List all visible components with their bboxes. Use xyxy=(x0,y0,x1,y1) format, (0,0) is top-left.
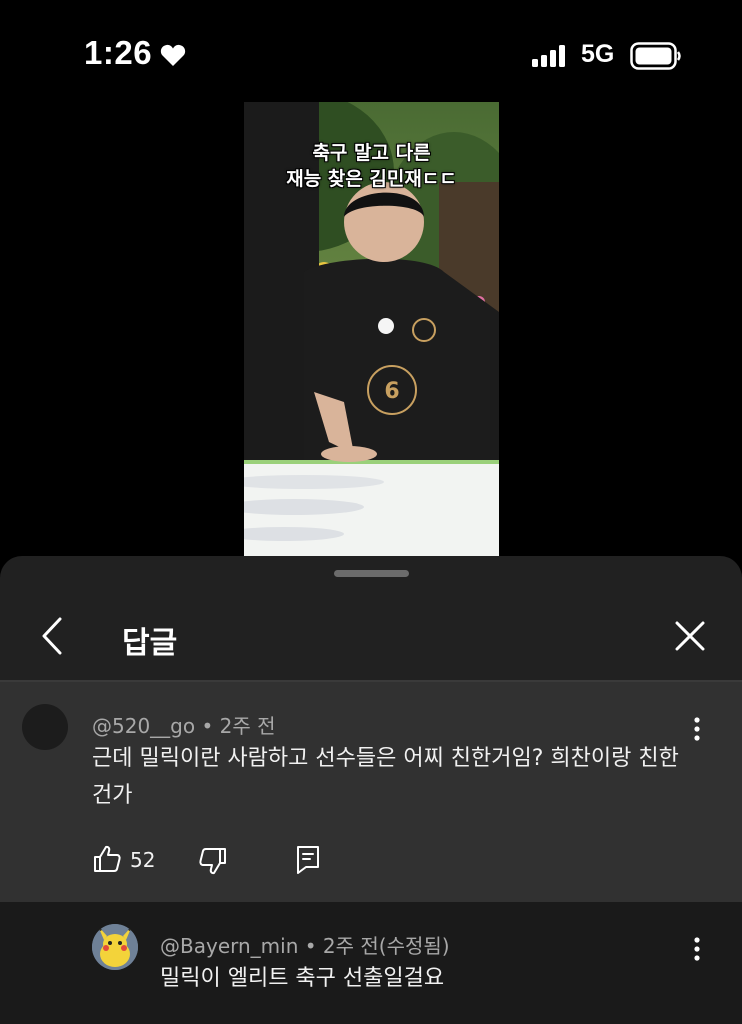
comment-author[interactable]: @520__go xyxy=(92,714,195,738)
back-icon[interactable] xyxy=(38,616,68,656)
like-count: 52 xyxy=(130,848,156,872)
avatar[interactable] xyxy=(22,704,68,750)
dislike-icon[interactable] xyxy=(198,846,228,876)
caption-line-1: 축구 말고 다른 xyxy=(312,142,431,164)
pikachu-icon xyxy=(92,924,138,970)
status-bar: 1:26 5G xyxy=(0,0,742,110)
heart-icon xyxy=(160,44,186,66)
reply-icon[interactable] xyxy=(294,844,322,876)
caption-line-2: 재능 찾은 김민재ㄷㄷ xyxy=(286,168,457,190)
status-time: 1:26 xyxy=(84,34,153,71)
reply-author[interactable]: @Bayern_min xyxy=(160,934,298,958)
comment-meta: @520__go • 2주 전 xyxy=(92,710,276,739)
video-player[interactable]: 6 축구 말고 다른 재능 찾은 김민재ㄷㄷ xyxy=(244,102,499,556)
network-type: 5G xyxy=(581,40,615,68)
more-options-icon[interactable] xyxy=(690,716,704,742)
reply-comment: @Bayern_min • 2주 전(수정됨) 밀릭이 엘리트 축구 선출일걸요 xyxy=(0,902,742,1024)
signal-icon xyxy=(532,45,565,67)
replies-sheet: 답글 @520__go • 2주 전 근데 밀릭이란 사람하고 선수들은 어찌 … xyxy=(0,556,742,1024)
meta-separator: • xyxy=(304,934,323,958)
sheet-title: 답글 xyxy=(122,626,178,661)
battery-icon xyxy=(630,42,681,70)
reply-meta: @Bayern_min • 2주 전(수정됨) xyxy=(160,930,450,959)
video-caption: 축구 말고 다른 재능 찾은 김민재ㄷㄷ xyxy=(244,140,499,192)
meta-separator: • xyxy=(201,714,220,738)
svg-text:6: 6 xyxy=(384,379,399,404)
reply-time: 2주 전(수정됨) xyxy=(322,934,450,958)
close-icon[interactable] xyxy=(674,620,706,652)
parent-comment: @520__go • 2주 전 근데 밀릭이란 사람하고 선수들은 어찌 친한거… xyxy=(0,682,742,902)
comment-text: 근데 밀릭이란 사람하고 선수들은 어찌 친한거임? 희찬이랑 친한건가 xyxy=(92,746,679,808)
drag-handle[interactable] xyxy=(334,570,409,577)
reply-text: 밀릭이 엘리트 축구 선출일걸요 xyxy=(160,966,445,991)
like-icon[interactable] xyxy=(92,844,122,874)
pikachu-avatar[interactable] xyxy=(92,924,138,970)
more-options-icon[interactable] xyxy=(690,936,704,962)
comment-time: 2주 전 xyxy=(219,714,276,738)
